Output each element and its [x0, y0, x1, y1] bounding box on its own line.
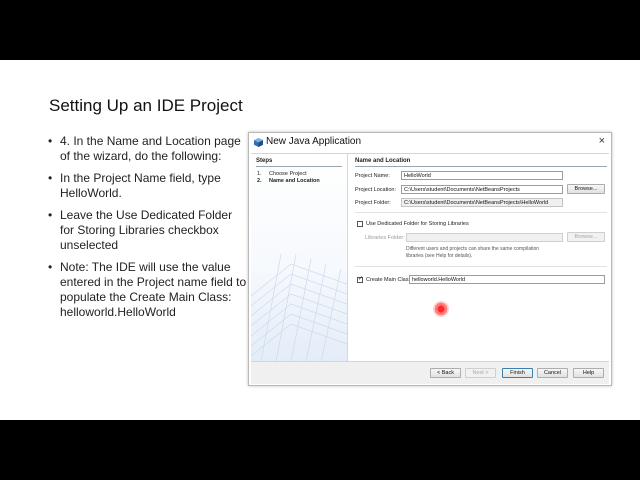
libraries-folder-label: Libraries Folder: — [365, 235, 405, 241]
create-main-class-checkbox[interactable] — [357, 275, 363, 283]
section-heading: Name and Location — [355, 158, 411, 164]
step-label: Name and Location — [269, 178, 320, 184]
project-name-input[interactable]: HelloWorld — [401, 171, 563, 180]
wizard-button-bar: < Back Next > Finish Cancel Help — [251, 361, 609, 384]
new-java-application-dialog: New Java Application × Steps 1. Choose P… — [248, 132, 612, 386]
project-folder-label: Project Folder: — [355, 200, 391, 206]
cancel-button[interactable]: Cancel — [537, 368, 568, 378]
wizard-body: Steps 1. Choose Project 2. Name and Locati… — [251, 153, 609, 362]
netbeans-cube-icon — [254, 138, 263, 147]
steps-panel: Steps 1. Choose Project 2. Name and Locati… — [251, 154, 348, 362]
use-dedicated-folder-label[interactable]: Use Dedicated Folder for Storing Librari… — [366, 221, 469, 227]
project-folder-field: C:\Users\student\Documents\NetBeansProje… — [401, 198, 563, 207]
bullet-list: 4. In the Name and Location page of the … — [48, 134, 248, 327]
browse-location-button[interactable]: Browse... — [567, 184, 605, 194]
next-button[interactable]: Next > — [465, 368, 496, 378]
bullet-item: Note: The IDE will use the value entered… — [48, 260, 248, 320]
hint-line: libraries (see Help for details). — [406, 252, 473, 259]
section-divider — [355, 166, 607, 167]
browse-libraries-button[interactable]: Browse... — [567, 232, 605, 242]
dialog-titlebar[interactable]: New Java Application × — [249, 133, 611, 153]
project-location-label: Project Location: — [355, 187, 396, 193]
wizard-decoration-graphic — [251, 253, 347, 362]
libraries-hint-text: Different users and projects can share t… — [406, 246, 539, 259]
separator — [355, 266, 607, 267]
use-dedicated-folder-checkbox[interactable] — [357, 221, 363, 227]
help-button[interactable]: Help — [573, 368, 604, 378]
steps-heading: Steps — [256, 158, 273, 164]
step-choose-project: 1. Choose Project — [257, 171, 307, 177]
finish-button[interactable]: Finish — [502, 368, 533, 378]
bullet-item: In the Project Name field, type HelloWor… — [48, 171, 248, 201]
project-name-label: Project Name: — [355, 173, 390, 179]
close-icon[interactable]: × — [599, 135, 605, 147]
bullet-item: Leave the Use Dedicated Folder for Stori… — [48, 208, 248, 253]
steps-divider — [256, 166, 342, 167]
create-main-class-label[interactable]: Create Main Class — [366, 277, 411, 283]
project-location-input[interactable]: C:\Users\student\Documents\NetBeansProje… — [401, 185, 563, 194]
dialog-title: New Java Application — [266, 136, 362, 147]
step-label: Choose Project — [269, 171, 307, 177]
step-number: 2. — [257, 178, 262, 184]
bullet-item: 4. In the Name and Location page of the … — [48, 134, 248, 164]
cursor-highlight-icon — [433, 301, 449, 317]
slide: Setting Up an IDE Project 4. In the Name… — [0, 60, 640, 420]
hint-line: Different users and projects can share t… — [406, 246, 540, 252]
name-and-location-panel: Name and Location Project Name: HelloWor… — [353, 154, 607, 362]
main-class-input[interactable]: helloworld.HelloWorld — [409, 275, 605, 284]
step-number: 1. — [257, 171, 262, 177]
separator — [355, 212, 607, 213]
back-button[interactable]: < Back — [430, 368, 461, 378]
slide-title: Setting Up an IDE Project — [49, 96, 243, 115]
step-name-and-location: 2. Name and Location — [257, 178, 320, 184]
libraries-folder-input[interactable] — [406, 233, 563, 242]
